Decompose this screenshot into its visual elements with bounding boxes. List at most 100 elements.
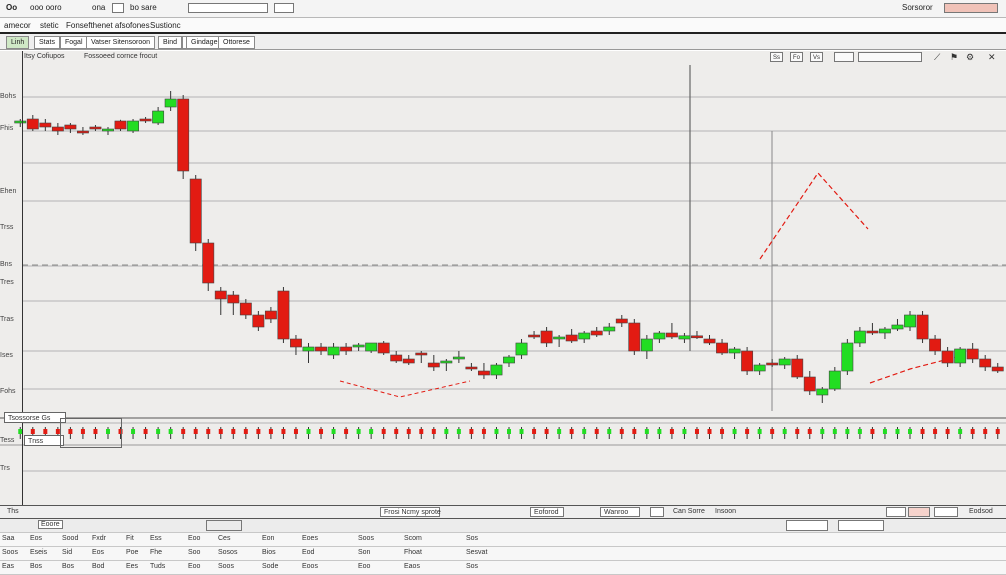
flag-icon[interactable]: ⚑ — [948, 52, 960, 62]
table-cell: Ces — [218, 535, 231, 542]
grid-search-field[interactable] — [786, 520, 828, 531]
table-cell: Eseis — [30, 549, 48, 556]
table-cell: Eoo — [358, 563, 371, 570]
chart-control-1[interactable]: Ss — [770, 52, 784, 62]
table-cell: Fhe — [150, 549, 163, 556]
status-left: Ths — [7, 508, 19, 515]
title-bar: Oo ooo ooro ona bo sare Sorsoror — [0, 0, 1006, 18]
table-row[interactable]: Soos Eseis Sid Eos Poe Fhe Soo Sosos Bios Eod Son F… — [0, 547, 1006, 561]
title-right-label: Sorsoror — [902, 3, 933, 12]
grid-export-button[interactable] — [838, 520, 884, 531]
table-row[interactable]: Saa Eos Sood Fxdr Fit Ess Eoo Ces Eon Eoes Soos Sco… — [0, 533, 1006, 547]
status-right: Eodsod — [969, 508, 993, 515]
grid-tab[interactable]: Eoore — [38, 520, 63, 529]
chart-period-field[interactable] — [858, 52, 922, 62]
settings-icon[interactable]: ⚙ — [964, 52, 976, 62]
table-cell: Eos — [30, 535, 43, 542]
menu-item-3[interactable]: Fonsefthenet afsofones — [66, 21, 150, 30]
grid-header-row: Eoore — [0, 519, 1006, 533]
lower-pane-value[interactable]: Tnss — [24, 435, 64, 446]
table-cell: Sos — [466, 563, 479, 570]
status-button[interactable] — [650, 507, 664, 517]
y-axis-label: Ehen — [0, 188, 17, 195]
title-address-field[interactable] — [188, 3, 268, 13]
chart-control-3[interactable]: Vs — [810, 52, 824, 62]
table-cell: Eoes — [302, 535, 318, 542]
status-alert-button[interactable] — [908, 507, 930, 517]
table-cell: Soos — [218, 563, 234, 570]
chart-frame — [22, 51, 1006, 505]
lower-pane-box[interactable] — [60, 418, 122, 448]
tab-2[interactable]: Stats — [34, 36, 60, 49]
title-center-label: bo sare — [130, 3, 157, 12]
close-chart-icon[interactable]: ✕ — [986, 52, 1000, 62]
menu-item-1[interactable]: amecor — [4, 21, 31, 30]
table-cell: Soo — [188, 549, 201, 556]
table-cell: Poe — [126, 549, 139, 556]
table-cell: Bod — [92, 563, 105, 570]
table-cell: Soos — [2, 549, 18, 556]
table-cell: Sos — [466, 535, 479, 542]
title-mid-label: ona — [92, 3, 106, 12]
tab-1[interactable]: Linh — [6, 36, 30, 49]
status-item-5: Can Sorre — [673, 508, 705, 515]
status-item-6: Insoon — [715, 508, 737, 515]
table-row[interactable]: Eas Bos Bos Bod Ees Tuds Eoo Soos Sode Eoos Eoo Eao… — [0, 561, 1006, 575]
y-axis-label: Bns — [0, 261, 13, 268]
table-cell: Sosos — [218, 549, 238, 556]
chart-control-2[interactable]: Fo — [790, 52, 804, 62]
status-item-2[interactable]: Frosi Ncmy sprote — [380, 507, 441, 517]
toolbar: Linh Stats Fogal Vatser Sitensoroon Bind… — [0, 34, 1006, 50]
table-cell: Fit — [126, 535, 134, 542]
status-item-3[interactable]: Eoforod — [530, 507, 564, 517]
y-axis-label: Trss — [0, 224, 14, 231]
status-bar: Ths Frosi Ncmy sprote Eoforod Wanroo Can… — [0, 505, 1006, 519]
table-cell: Soos — [358, 535, 374, 542]
title-toolbar-button[interactable] — [112, 3, 124, 13]
menu-item-4[interactable]: Sustionc — [150, 21, 181, 30]
y-axis-label: Bohs — [0, 93, 16, 100]
table-cell: Tuds — [150, 563, 166, 570]
tab-5[interactable]: Bind — [158, 36, 183, 49]
table-cell: Scom — [404, 535, 422, 542]
table-cell: Ees — [126, 563, 139, 570]
menu-bar: amecor stetic Fonsefthenet afsofones Sus… — [0, 18, 1006, 34]
tab-4[interactable]: Vatser Sitensoroon — [86, 36, 156, 49]
tab-7[interactable]: Gindage — [186, 36, 223, 49]
table-cell: Bos — [30, 563, 43, 570]
table-cell: Eos — [92, 549, 105, 556]
draw-tool-icon[interactable]: ⟋ — [932, 52, 944, 62]
y-axis-label: Tras — [0, 316, 14, 323]
menu-item-2[interactable]: stetic — [40, 21, 59, 30]
y-axis-label: Ises — [0, 352, 13, 359]
status-toggle-button[interactable] — [886, 507, 906, 517]
table-cell: Ess — [150, 535, 162, 542]
y-axis-label: Fhis — [0, 125, 14, 132]
table-cell: Sesvat — [466, 549, 488, 556]
status-item-4[interactable]: Wanroo — [600, 507, 640, 517]
table-cell: Eaos — [404, 563, 420, 570]
title-go-button[interactable] — [274, 3, 294, 13]
grid-filter-field[interactable] — [206, 520, 242, 531]
table-cell: Eoo — [188, 563, 201, 570]
lower-pane-label[interactable]: Tsossorse Gs — [4, 412, 66, 423]
tab-8[interactable]: Ottorese — [218, 36, 255, 49]
y-axis-label: Trs — [0, 465, 10, 472]
table-cell: Eod — [302, 549, 315, 556]
window-controls[interactable] — [944, 3, 998, 13]
status-right-button[interactable] — [934, 507, 958, 517]
data-grid: Eoore Saa Eos Sood Fxdr Fit Ess Eoo Ces Eon Eoes S… — [0, 519, 1006, 575]
app-icon-label: Oo — [6, 3, 18, 12]
table-cell: Sid — [62, 549, 73, 556]
table-cell: Fhoat — [404, 549, 422, 556]
chart-header-right: Fossoeed cornce frocut — [84, 53, 158, 60]
chart-zoom-button[interactable] — [834, 52, 854, 62]
table-cell: Eoos — [302, 563, 318, 570]
table-cell: Eas — [2, 563, 15, 570]
tab-3[interactable]: Fogal — [60, 36, 88, 49]
y-axis-label: Tres — [0, 279, 14, 286]
table-cell: Saa — [2, 535, 15, 542]
y-axis-label: Tess — [0, 437, 15, 444]
window-title: ooo ooro — [30, 3, 62, 12]
table-cell: Eoo — [188, 535, 201, 542]
